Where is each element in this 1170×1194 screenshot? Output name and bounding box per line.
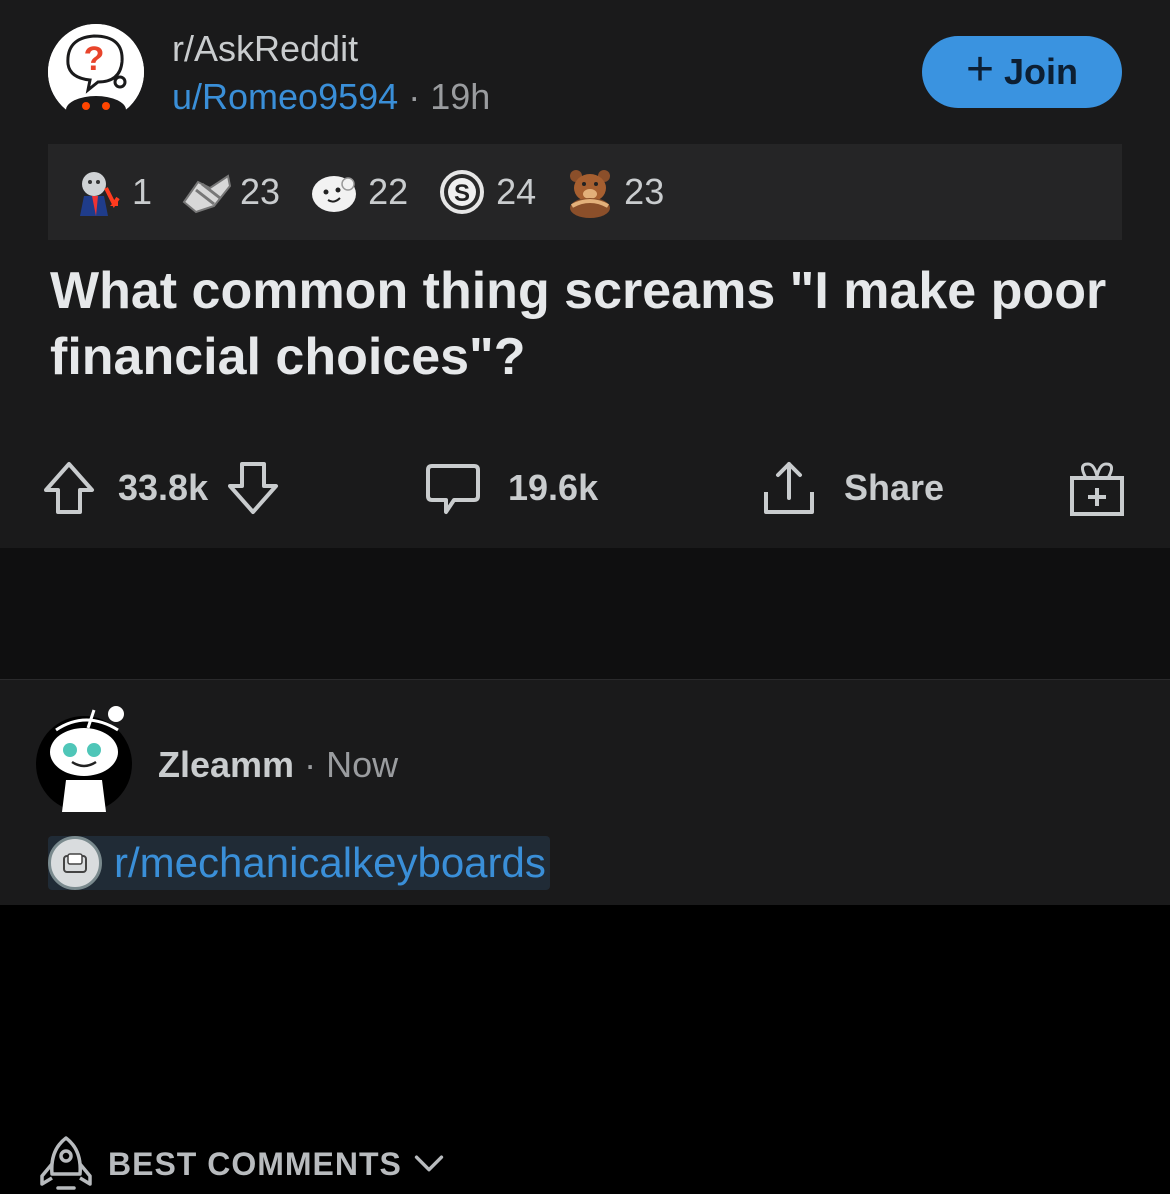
award-item: 23 xyxy=(564,166,664,218)
sort-label: BEST COMMENTS xyxy=(108,1145,402,1182)
comment-username[interactable]: Zleamm xyxy=(158,744,294,785)
rocket-icon xyxy=(40,1136,92,1190)
share-icon xyxy=(764,462,814,514)
keyboard-key-icon xyxy=(48,836,102,890)
stonks-falling-award-icon xyxy=(80,172,120,216)
downvote-arrow-icon[interactable] xyxy=(224,458,282,518)
comment-bubble-icon xyxy=(426,464,480,514)
chevron-down-icon xyxy=(414,1155,444,1172)
comment-time: Now xyxy=(326,744,399,785)
comment-count: 19.6k xyxy=(508,467,599,508)
share-button[interactable]: Share xyxy=(760,458,944,518)
wholesome-seal-award-icon xyxy=(312,176,357,212)
comment-header: Zleamm · Now xyxy=(158,744,398,786)
award-count: 1 xyxy=(132,171,153,212)
askreddit-snoo-icon: ? xyxy=(48,24,144,124)
gift-icon xyxy=(1070,462,1124,516)
award-item: 1 xyxy=(72,166,152,218)
subreddit-name[interactable]: r/AskReddit xyxy=(172,28,358,70)
sort-dropdown[interactable]: BEST COMMENTS xyxy=(36,1134,458,1194)
subreddit-avatar[interactable]: ? xyxy=(48,24,144,124)
svg-text:S: S xyxy=(454,180,470,207)
comment-sort-bar: BEST COMMENTS xyxy=(0,548,1170,1190)
award-item: 22 xyxy=(308,166,408,218)
post-card: ? r/AskReddit u/Romeo9594 · 19h + Join 1 xyxy=(0,0,1170,548)
post-title[interactable]: What common thing screams "I make poor f… xyxy=(50,258,1110,390)
author-link[interactable]: u/Romeo9594 xyxy=(172,76,398,117)
award-item: S 24 xyxy=(436,166,536,218)
meta-separator: · xyxy=(408,76,421,117)
vote-controls: 33.8k xyxy=(40,458,282,518)
post-age: 19h xyxy=(430,76,491,117)
comments-button[interactable]: 19.6k xyxy=(424,458,598,518)
subreddit-link[interactable]: r/mechanicalkeyboards xyxy=(48,836,550,890)
join-button[interactable]: + Join xyxy=(922,36,1122,108)
award-count: 22 xyxy=(368,171,409,212)
silver-award-icon: S xyxy=(440,170,485,214)
share-label: Share xyxy=(844,467,945,508)
svg-text:?: ? xyxy=(84,40,105,78)
awards-bar[interactable]: 1 23 22 S 24 23 xyxy=(48,144,1122,240)
award-give-button[interactable] xyxy=(1066,458,1124,518)
post-meta: u/Romeo9594 · 19h xyxy=(172,76,490,118)
bear-hug-award-icon xyxy=(570,170,611,218)
join-label: Join xyxy=(1004,51,1079,92)
award-count: 23 xyxy=(624,171,665,212)
upvote-arrow-icon[interactable] xyxy=(40,458,98,518)
award-count: 23 xyxy=(240,171,281,212)
bravo-handshake-award-icon xyxy=(182,174,232,214)
award-item: 23 xyxy=(180,166,280,218)
snoo-avatar-icon xyxy=(36,706,132,812)
commenter-avatar[interactable] xyxy=(36,700,132,812)
vote-score: 33.8k xyxy=(118,467,209,508)
plus-icon: + xyxy=(965,43,994,96)
award-count: 24 xyxy=(496,171,537,212)
subreddit-link-text[interactable]: r/mechanicalkeyboards xyxy=(114,839,546,887)
comment-separator: · xyxy=(304,744,317,785)
